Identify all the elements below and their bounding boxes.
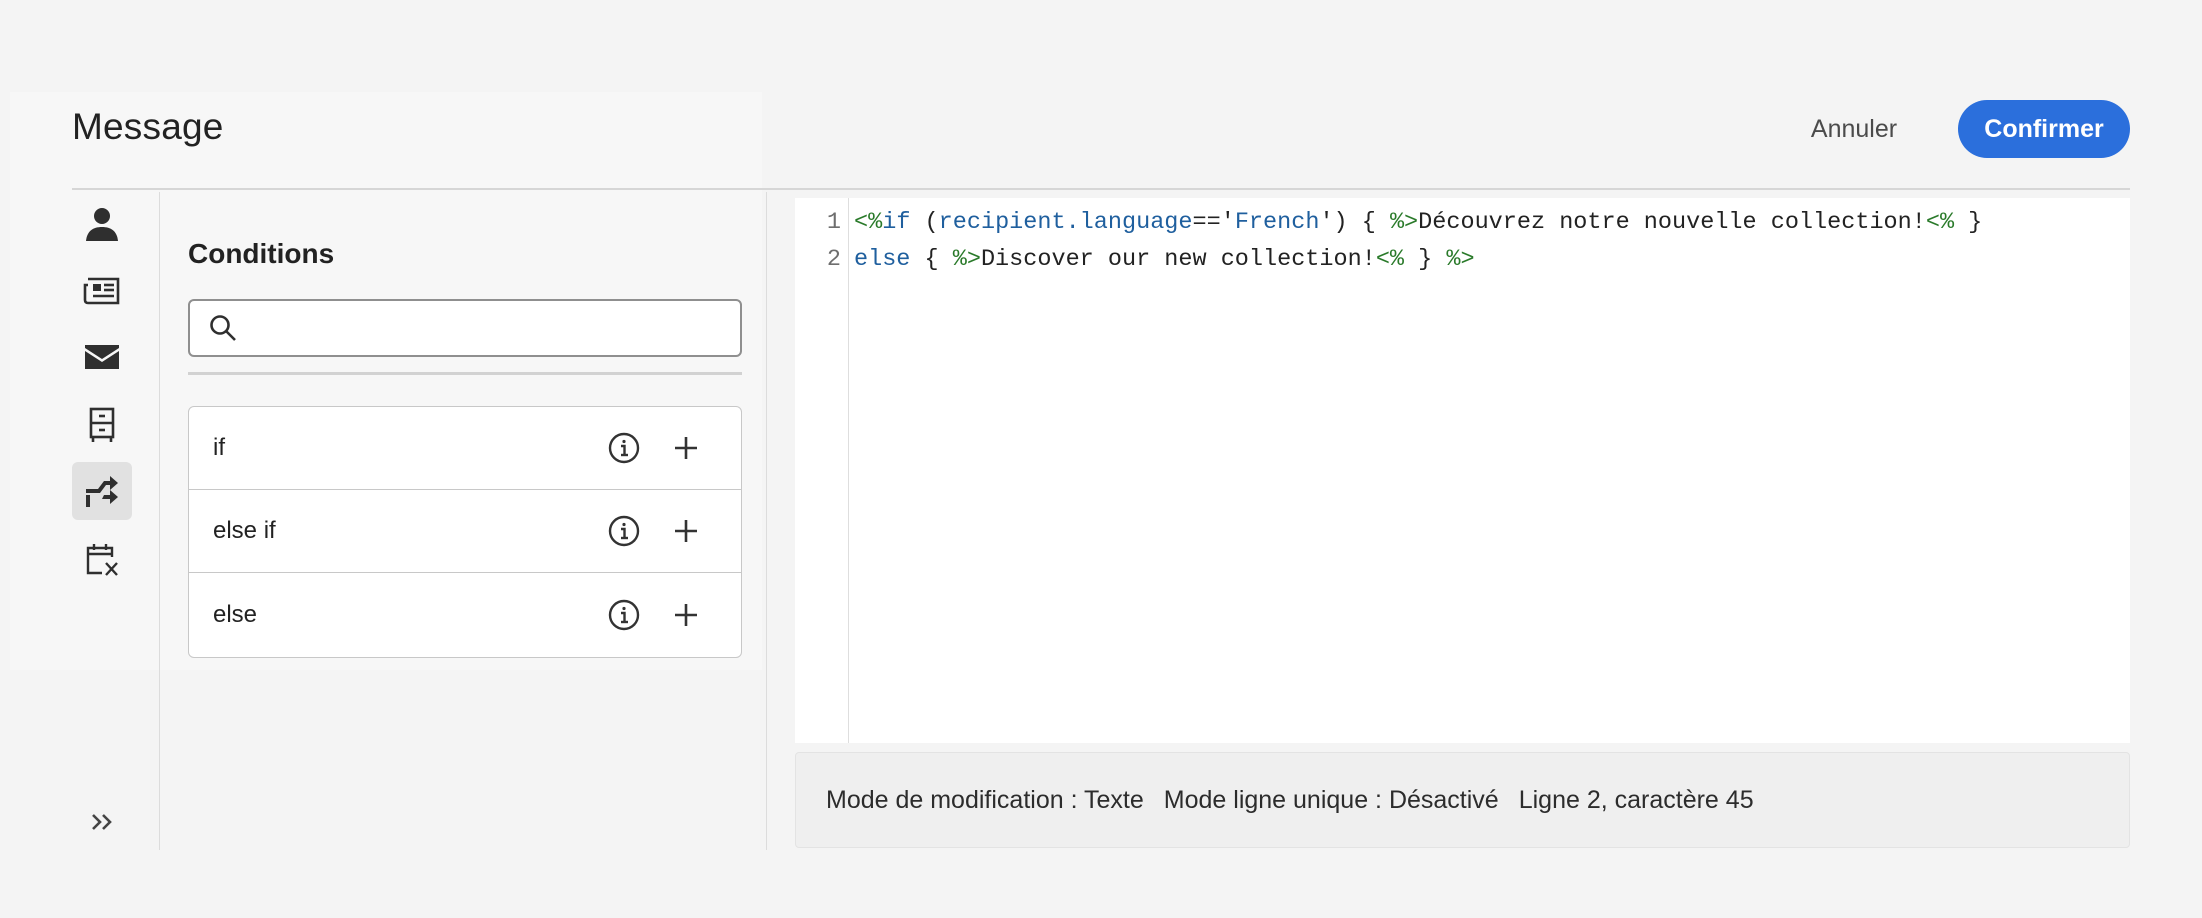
rail-item-message[interactable] <box>72 328 132 386</box>
header-divider <box>72 188 2130 190</box>
cancel-button[interactable]: Annuler <box>1786 100 1922 158</box>
line-number: 2 <box>826 245 841 273</box>
condition-label: else <box>213 600 258 628</box>
search-field[interactable] <box>188 299 742 357</box>
expand-rail-button[interactable] <box>80 800 124 844</box>
conditions-list: if else if else <box>188 406 742 658</box>
line-number: 1 <box>826 208 841 236</box>
conditions-icon <box>86 476 118 507</box>
conditions-heading: Conditions <box>188 238 335 269</box>
condition-label: else if <box>213 517 276 544</box>
code-editor[interactable]: 1 <%if (recipient.language=='French') { … <box>795 198 2130 743</box>
confirm-button[interactable]: Confirmer <box>1958 100 2130 158</box>
info-icon[interactable] <box>607 598 641 632</box>
calendar-function-icon <box>86 544 118 576</box>
search-input[interactable] <box>248 301 740 355</box>
rail-item-content[interactable] <box>72 262 132 320</box>
page-title: Message <box>72 106 224 147</box>
info-icon[interactable] <box>607 514 641 548</box>
search-icon <box>210 315 236 341</box>
condition-item-if[interactable]: if <box>189 407 741 490</box>
code-text[interactable]: <%if (recipient.language=='French') { %>… <box>854 209 1982 236</box>
status-single-line: Mode ligne unique : Désactivé <box>1163 785 1499 814</box>
code-line-1[interactable]: 1 <%if (recipient.language=='French') { … <box>795 204 1982 240</box>
plus-icon[interactable] <box>671 516 701 546</box>
editor-gutter <box>848 198 849 743</box>
double-chevron-right-icon <box>92 814 112 830</box>
user-icon <box>86 208 118 241</box>
code-line-2[interactable]: 2 else { %>Discover our new collection!<… <box>795 241 1475 277</box>
envelope-icon <box>85 345 119 369</box>
panel-divider <box>766 192 767 850</box>
condition-item-else-if[interactable]: else if <box>189 490 741 573</box>
search-divider <box>188 372 742 375</box>
info-icon[interactable] <box>607 431 641 465</box>
condition-label: if <box>213 434 225 461</box>
status-bar: Mode de modification : Texte Mode ligne … <box>795 752 2130 848</box>
condition-item-else[interactable]: else <box>189 573 741 656</box>
cabinet-icon <box>89 407 115 442</box>
rail-item-storage[interactable] <box>72 396 132 454</box>
newspaper-icon <box>83 277 120 305</box>
rail-item-profile[interactable] <box>72 196 132 254</box>
plus-icon[interactable] <box>671 600 701 630</box>
code-text[interactable]: else { %>Discover our new collection!<% … <box>854 246 1475 273</box>
plus-icon[interactable] <box>671 433 701 463</box>
status-cursor-position: Ligne 2, caractère 45 <box>1518 785 1754 814</box>
status-edit-mode: Mode de modification : Texte <box>826 785 1144 814</box>
rail-item-functions[interactable] <box>72 530 132 588</box>
rail-item-conditions[interactable] <box>72 462 132 520</box>
